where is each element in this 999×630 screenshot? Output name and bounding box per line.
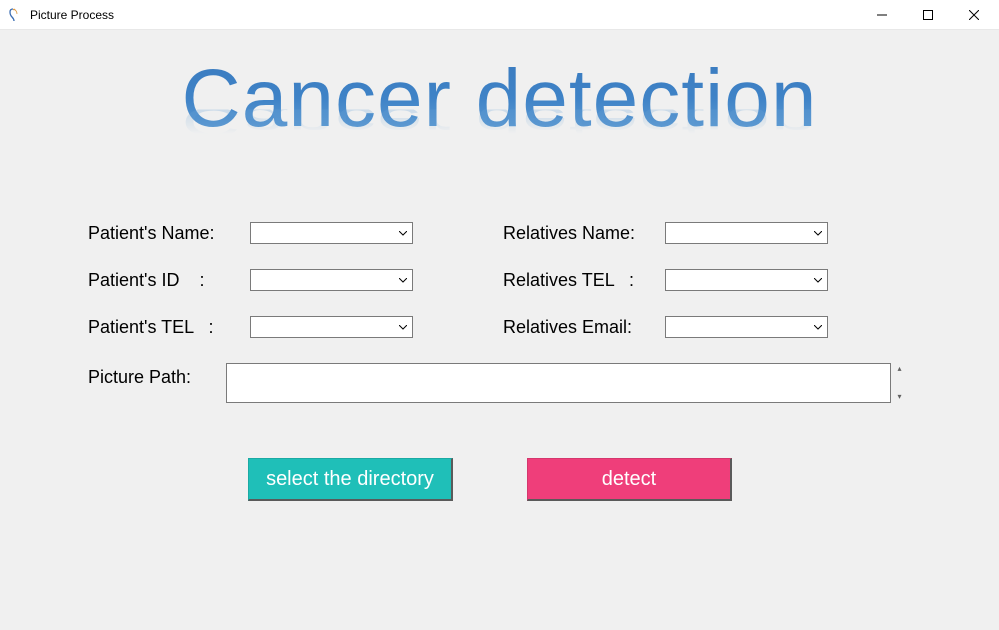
input-relatives-email[interactable]: [665, 316, 828, 338]
field-picture-path: Picture Path: ▴ ▾: [88, 363, 908, 403]
field-relatives-email: Relatives Email:: [503, 316, 828, 338]
chevron-down-icon[interactable]: [394, 271, 411, 289]
field-relatives-name: Relatives Name:: [503, 222, 828, 244]
input-patient-tel[interactable]: [250, 316, 413, 338]
label-patient-id: Patient's ID :: [88, 270, 238, 291]
label-relatives-name: Relatives Name:: [503, 223, 653, 244]
select-directory-button[interactable]: select the directory: [248, 458, 453, 501]
heading-wrap: Cancer detection Cancer detection: [0, 30, 999, 183]
label-relatives-tel: Relatives TEL :: [503, 270, 653, 291]
page-title-reflection: Cancer detection: [0, 109, 999, 134]
scroll-down-icon[interactable]: ▾: [897, 393, 901, 401]
input-relatives-tel[interactable]: [665, 269, 828, 291]
input-patient-id[interactable]: [250, 269, 413, 291]
close-button[interactable]: [951, 0, 997, 30]
label-relatives-email: Relatives Email:: [503, 317, 653, 338]
minimize-button[interactable]: [859, 0, 905, 30]
scroll-up-icon[interactable]: ▴: [897, 365, 901, 373]
scrollbar[interactable]: ▴ ▾: [891, 363, 908, 403]
input-patient-name[interactable]: [250, 222, 413, 244]
field-relatives-tel: Relatives TEL :: [503, 269, 828, 291]
chevron-down-icon[interactable]: [809, 271, 826, 289]
title-bar: Picture Process: [0, 0, 999, 30]
field-patient-name: Patient's Name:: [88, 222, 413, 244]
chevron-down-icon[interactable]: [809, 224, 826, 242]
field-patient-id: Patient's ID :: [88, 269, 413, 291]
maximize-button[interactable]: [905, 0, 951, 30]
app-icon: [8, 7, 24, 23]
field-patient-tel: Patient's TEL :: [88, 316, 413, 338]
detect-button[interactable]: detect: [527, 458, 732, 501]
chevron-down-icon[interactable]: [394, 224, 411, 242]
form-area: Patient's Name: Relatives Name: Patient'…: [88, 222, 908, 501]
label-picture-path: Picture Path:: [88, 363, 226, 388]
window-title: Picture Process: [30, 8, 114, 22]
chevron-down-icon[interactable]: [394, 318, 411, 336]
label-patient-tel: Patient's TEL :: [88, 317, 238, 338]
input-relatives-name[interactable]: [665, 222, 828, 244]
chevron-down-icon[interactable]: [809, 318, 826, 336]
input-picture-path[interactable]: [226, 363, 891, 403]
label-patient-name: Patient's Name:: [88, 223, 238, 244]
content-area: Cancer detection Cancer detection Patien…: [0, 30, 999, 630]
